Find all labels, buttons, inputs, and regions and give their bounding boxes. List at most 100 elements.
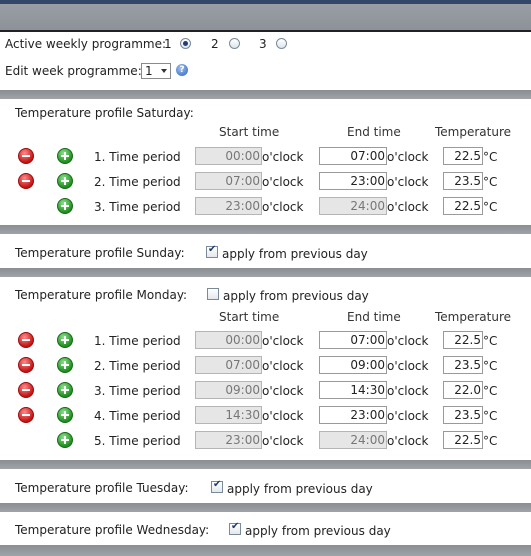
end-time-field[interactable]: 23:00 bbox=[319, 172, 387, 190]
col-end-time: End time bbox=[347, 125, 401, 139]
clock-unit: o'clock bbox=[387, 175, 429, 189]
temperature-field[interactable]: 22.5 bbox=[443, 431, 483, 449]
end-time-field: 24:00 bbox=[319, 197, 387, 215]
end-time-field[interactable]: 23:00 bbox=[319, 406, 387, 424]
temperature-field[interactable]: 22.5 bbox=[443, 331, 483, 349]
celsius-unit: °C bbox=[483, 409, 498, 423]
temperature-field[interactable]: 22.5 bbox=[443, 147, 483, 165]
remove-period-button[interactable] bbox=[18, 407, 34, 423]
remove-period-button[interactable] bbox=[18, 332, 34, 348]
monday-apply-label: apply from previous day bbox=[223, 289, 369, 303]
top-bar bbox=[0, 0, 531, 32]
temperature-field[interactable]: 23.5 bbox=[443, 406, 483, 424]
remove-period-button[interactable] bbox=[18, 382, 34, 398]
sunday-apply-checkbox[interactable] bbox=[206, 244, 218, 258]
start-time-field: 00:00 bbox=[195, 331, 262, 349]
wednesday-title: Temperature profile Wednesday: bbox=[15, 523, 210, 537]
programme-radio-1[interactable] bbox=[180, 38, 191, 49]
separator bbox=[0, 90, 531, 99]
start-time-field: 07:00 bbox=[195, 172, 262, 190]
col-end-time: End time bbox=[347, 310, 401, 324]
programme-option-3-label: 3 bbox=[259, 37, 267, 51]
celsius-unit: °C bbox=[483, 175, 498, 189]
add-period-button[interactable] bbox=[57, 357, 73, 373]
add-period-button[interactable] bbox=[57, 148, 73, 164]
period-label: 2. Time period bbox=[94, 359, 181, 373]
celsius-unit: °C bbox=[483, 384, 498, 398]
add-period-button[interactable] bbox=[57, 382, 73, 398]
celsius-unit: °C bbox=[483, 334, 498, 348]
end-time-field[interactable]: 07:00 bbox=[319, 331, 387, 349]
wednesday-apply-checkbox[interactable] bbox=[229, 521, 241, 535]
clock-unit: o'clock bbox=[262, 334, 304, 348]
period-label: 2. Time period bbox=[94, 175, 181, 189]
celsius-unit: °C bbox=[483, 359, 498, 373]
period-label: 3. Time period bbox=[94, 384, 181, 398]
edit-programme-select[interactable]: 1 bbox=[141, 63, 171, 79]
temperature-field[interactable]: 23.5 bbox=[443, 356, 483, 374]
clock-unit: o'clock bbox=[387, 434, 429, 448]
celsius-unit: °C bbox=[483, 200, 498, 214]
period-label: 4. Time period bbox=[94, 409, 181, 423]
clock-unit: o'clock bbox=[262, 434, 304, 448]
saturday-title: Temperature profile Saturday: bbox=[15, 106, 194, 120]
clock-unit: o'clock bbox=[262, 200, 304, 214]
clock-unit: o'clock bbox=[262, 359, 304, 373]
add-period-button[interactable] bbox=[57, 407, 73, 423]
separator bbox=[0, 545, 531, 556]
separator bbox=[0, 503, 531, 512]
col-temperature: Temperature bbox=[435, 310, 512, 324]
add-period-button[interactable] bbox=[57, 432, 73, 448]
period-label: 3. Time period bbox=[94, 200, 181, 214]
start-time-field: 23:00 bbox=[195, 197, 262, 215]
start-time-field: 09:00 bbox=[195, 381, 262, 399]
clock-unit: o'clock bbox=[387, 384, 429, 398]
separator bbox=[0, 268, 531, 277]
tuesday-apply-label: apply from previous day bbox=[227, 482, 373, 496]
temperature-field[interactable]: 23.5 bbox=[443, 172, 483, 190]
monday-apply-checkbox[interactable] bbox=[207, 288, 219, 300]
add-period-button[interactable] bbox=[57, 198, 73, 214]
start-time-field: 07:00 bbox=[195, 356, 262, 374]
clock-unit: o'clock bbox=[387, 334, 429, 348]
temperature-field[interactable]: 22.5 bbox=[443, 197, 483, 215]
clock-unit: o'clock bbox=[387, 409, 429, 423]
clock-unit: o'clock bbox=[262, 384, 304, 398]
chevron-down-icon bbox=[161, 69, 167, 73]
period-label: 1. Time period bbox=[94, 334, 181, 348]
col-temperature: Temperature bbox=[435, 125, 512, 139]
clock-unit: o'clock bbox=[262, 409, 304, 423]
tuesday-apply-checkbox[interactable] bbox=[211, 479, 223, 493]
celsius-unit: °C bbox=[483, 434, 498, 448]
period-label: 5. Time period bbox=[94, 434, 181, 448]
edit-programme-value: 1 bbox=[145, 64, 153, 78]
programme-radio-3[interactable] bbox=[276, 38, 287, 49]
programme-option-1-label: 1 bbox=[164, 37, 172, 51]
monday-title: Temperature profile Monday: bbox=[15, 288, 188, 302]
remove-period-button[interactable] bbox=[18, 173, 34, 189]
clock-unit: o'clock bbox=[387, 359, 429, 373]
period-label: 1. Time period bbox=[94, 150, 181, 164]
temperature-field[interactable]: 22.0 bbox=[443, 381, 483, 399]
top-bar-stripe bbox=[0, 0, 531, 4]
remove-period-button[interactable] bbox=[18, 357, 34, 373]
col-start-time: Start time bbox=[219, 125, 280, 139]
help-icon[interactable]: ? bbox=[176, 64, 188, 76]
clock-unit: o'clock bbox=[387, 200, 429, 214]
sunday-apply-label: apply from previous day bbox=[222, 247, 368, 261]
remove-period-button[interactable] bbox=[18, 148, 34, 164]
clock-unit: o'clock bbox=[262, 150, 304, 164]
tuesday-title: Temperature profile Tuesday: bbox=[15, 481, 189, 495]
active-programme-label: Active weekly programme: bbox=[5, 37, 167, 51]
separator bbox=[0, 460, 531, 469]
add-period-button[interactable] bbox=[57, 332, 73, 348]
wednesday-apply-label: apply from previous day bbox=[245, 524, 391, 538]
end-time-field[interactable]: 14:30 bbox=[319, 381, 387, 399]
programme-radio-2[interactable] bbox=[229, 38, 240, 49]
programme-option-2-label: 2 bbox=[211, 37, 219, 51]
add-period-button[interactable] bbox=[57, 173, 73, 189]
start-time-field: 00:00 bbox=[195, 147, 262, 165]
end-time-field[interactable]: 09:00 bbox=[319, 356, 387, 374]
end-time-field: 24:00 bbox=[319, 431, 387, 449]
end-time-field[interactable]: 07:00 bbox=[319, 147, 387, 165]
